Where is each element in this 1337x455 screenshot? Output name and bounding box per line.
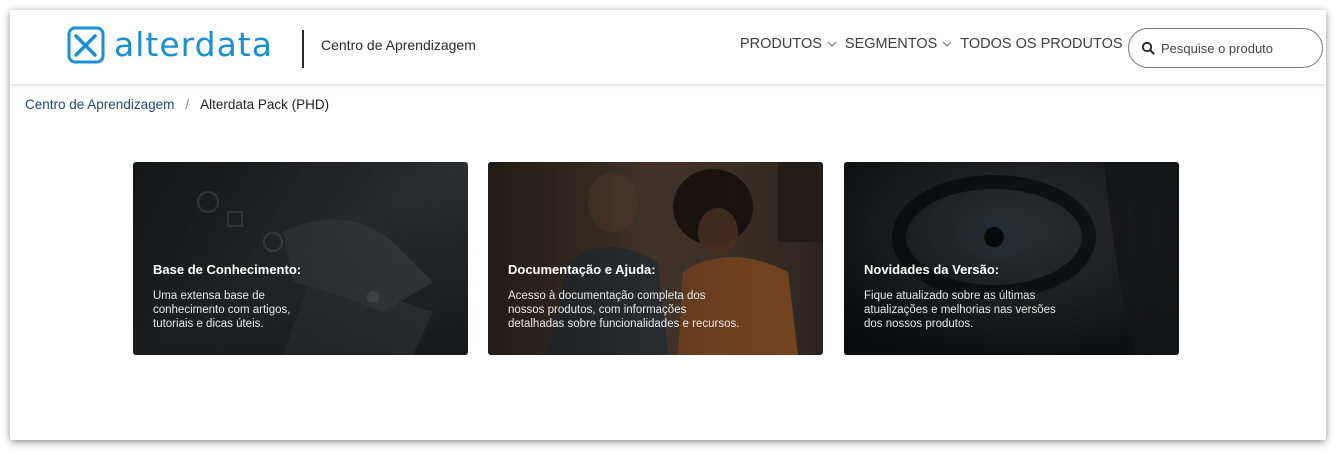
site-header: alterdata Centro de Aprendizagem PRODUTO…: [10, 10, 1326, 84]
chevron-down-icon: [942, 41, 952, 47]
card-description-line: Uma extensa base de: [153, 290, 265, 302]
nav-label: SEGMENTOS: [844, 36, 938, 52]
nav-item-segmentos[interactable]: SEGMENTOS: [845, 36, 952, 52]
chevron-down-icon: [827, 41, 837, 47]
card-description-line: Acesso à documentação completa dos: [508, 290, 706, 302]
main-nav: PRODUTOS SEGMENTOS TODOS OS PRODUTOS: [740, 36, 1146, 52]
logo[interactable]: alterdata: [66, 25, 273, 65]
breadcrumb-current: Alterdata Pack (PHD): [200, 97, 330, 112]
logo-text: alterdata: [114, 25, 273, 64]
card-description: Fique atualizado sobre as últimas atuali…: [864, 289, 1056, 331]
nav-label: TODOS OS PRODUTOS: [960, 36, 1123, 52]
card-description-line: atualizações e melhorias nas versões: [864, 304, 1056, 316]
search-box[interactable]: [1128, 28, 1323, 68]
site-name[interactable]: Centro de Aprendizagem: [321, 37, 476, 53]
card-description-line: Fique atualizado sobre as últimas: [864, 290, 1036, 302]
card-description: Uma extensa base de conhecimento com art…: [153, 289, 290, 331]
card-description-line: nossos produtos, com informações: [508, 304, 687, 316]
header-divider: [302, 30, 304, 68]
nav-item-produtos[interactable]: PRODUTOS: [740, 36, 837, 52]
card-description-line: tutoriais e dicas úteis.: [153, 318, 264, 330]
breadcrumb-separator: /: [185, 97, 190, 112]
card-base-de-conhecimento[interactable]: Base de Conhecimento: Uma extensa base d…: [133, 162, 468, 355]
browser-frame: alterdata Centro de Aprendizagem PRODUTO…: [10, 10, 1326, 440]
breadcrumb-root-link[interactable]: Centro de Aprendizagem: [25, 97, 174, 112]
card-title: Novidades da Versão:: [864, 262, 1000, 277]
alterdata-logo-icon: [67, 26, 105, 64]
card-description: Acesso à documentação completa dos nosso…: [508, 289, 739, 331]
card-description-line: conhecimento com artigos,: [153, 304, 291, 316]
card-description-line: dos nossos produtos.: [864, 318, 974, 330]
search-icon: [1141, 41, 1155, 55]
card-documentacao-e-ajuda[interactable]: Documentação e Ajuda: Acesso à documenta…: [488, 162, 823, 355]
nav-label: PRODUTOS: [740, 36, 822, 52]
breadcrumb: Centro de Aprendizagem / Alterdata Pack …: [25, 97, 329, 112]
card-novidades-da-versao[interactable]: Novidades da Versão: Fique atualizado so…: [844, 162, 1179, 355]
search-input[interactable]: [1161, 40, 1311, 56]
card-title: Base de Conhecimento:: [153, 262, 302, 277]
card-title: Documentação e Ajuda:: [508, 262, 656, 277]
card-description-line: detalhadas sobre funcionalidades e recur…: [508, 318, 740, 330]
nav-item-todos-os-produtos[interactable]: TODOS OS PRODUTOS: [960, 36, 1137, 52]
